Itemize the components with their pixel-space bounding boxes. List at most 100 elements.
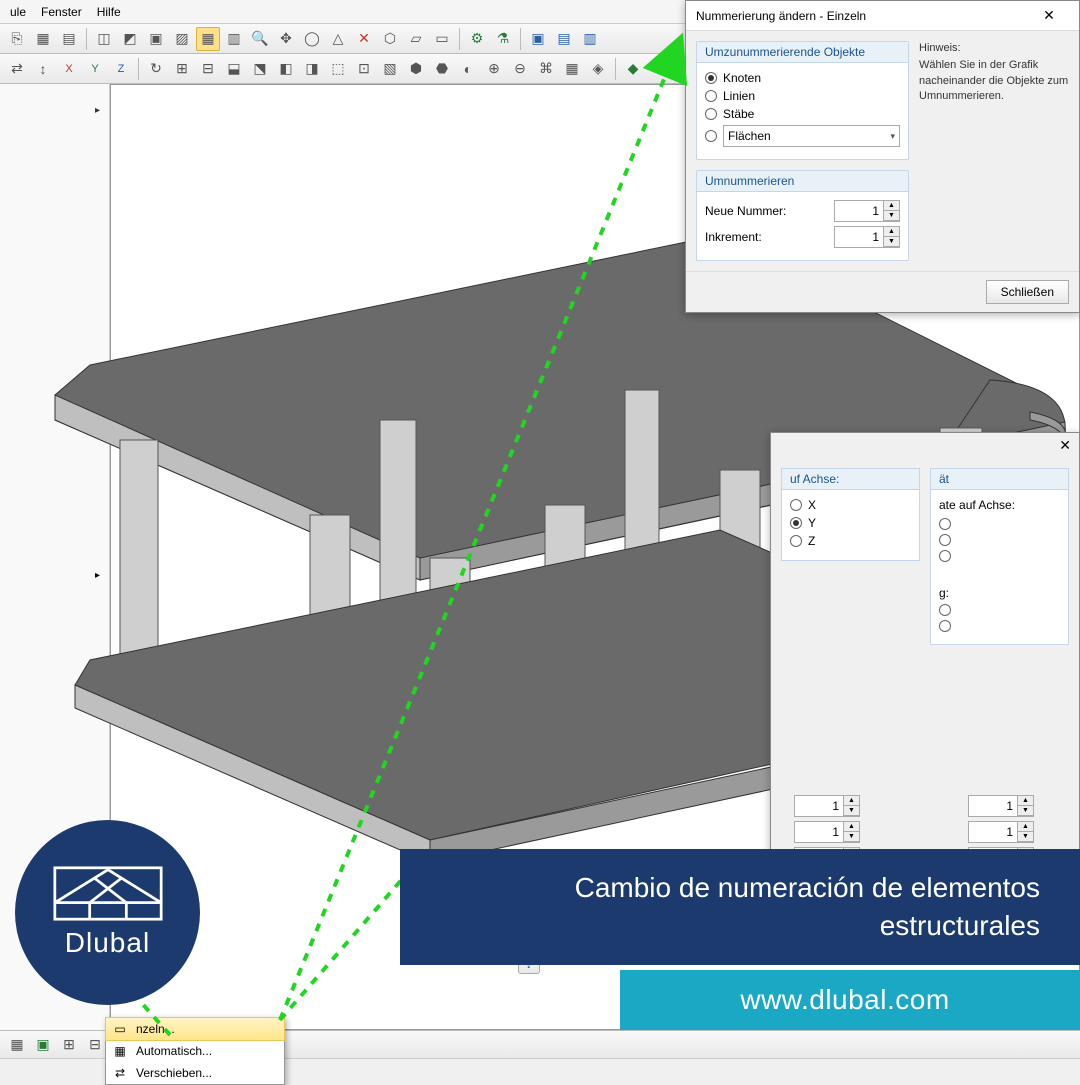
toolbar-icon[interactable]: ◇: [647, 57, 671, 81]
toolbar-icon[interactable]: ▦: [5, 1033, 29, 1057]
toolbar-icon[interactable]: ◯: [300, 27, 324, 51]
toolbar-icon[interactable]: ⇄: [5, 57, 29, 81]
menu-item-module[interactable]: ule: [10, 5, 26, 19]
toolbar-icon[interactable]: ⊟: [196, 57, 220, 81]
spinner-buttons[interactable]: ▲▼: [883, 227, 899, 247]
toolbar-icon[interactable]: ◧: [274, 57, 298, 81]
promo-url: www.dlubal.com: [620, 970, 1080, 1030]
ctx-item-single[interactable]: ▭ nzeln...: [105, 1017, 285, 1041]
toolbar-separator: [86, 28, 87, 50]
toolbar-icon[interactable]: ⊡: [352, 57, 376, 81]
toolbar-icon[interactable]: ▣: [144, 27, 168, 51]
radio-nodes[interactable]: Knoten: [705, 71, 900, 85]
group-title: uf Achse:: [782, 469, 919, 490]
toolbar-icon[interactable]: ◩: [118, 27, 142, 51]
toolbar-icon[interactable]: ⬣: [430, 57, 454, 81]
radio-icon: [939, 620, 951, 632]
menu-item-window[interactable]: Fenster: [41, 5, 82, 19]
renumber-single-icon: ▭: [112, 1021, 128, 1037]
chevron-down-icon: ▾: [890, 131, 895, 142]
toolbar-icon[interactable]: ▭: [430, 27, 454, 51]
close-icon[interactable]: ✕: [1059, 437, 1071, 454]
combo-surfaces[interactable]: Flächen ▾: [723, 125, 900, 147]
radio-icon: [705, 90, 717, 102]
label-direction: g:: [939, 586, 1060, 600]
toolbar-axis-x-icon[interactable]: X: [57, 57, 81, 81]
toolbar-icon[interactable]: ⬔: [248, 57, 272, 81]
toolbar-icon[interactable]: ▤: [552, 27, 576, 51]
toolbar-icon[interactable]: ▱: [404, 27, 428, 51]
toolbar-icon[interactable]: ▣: [31, 1033, 55, 1057]
toolbar-icon[interactable]: ◆: [621, 57, 645, 81]
menu-item-help[interactable]: Hilfe: [97, 5, 121, 19]
toolbar-icon[interactable]: ⊞: [57, 1033, 81, 1057]
radio-lines[interactable]: Linien: [705, 89, 900, 103]
toolbar-icon[interactable]: ◈: [586, 57, 610, 81]
toolbar-icon[interactable]: ⌘: [534, 57, 558, 81]
toolbar-icon[interactable]: ↻: [144, 57, 168, 81]
toolbar-icon[interactable]: ⊕: [482, 57, 506, 81]
spinner[interactable]: 1▲▼: [968, 795, 1034, 817]
radio-x[interactable]: X: [790, 498, 911, 512]
radio-y[interactable]: [939, 534, 1060, 546]
toolbar-icon[interactable]: ⬚: [326, 57, 350, 81]
radio-z[interactable]: Z: [790, 534, 911, 548]
context-submenu: ▭ nzeln... ▦ Automatisch... ⇄ Verschiebe…: [105, 1017, 285, 1085]
toolbar-icon[interactable]: ▤: [57, 27, 81, 51]
spinner[interactable]: 1▲▼: [968, 821, 1034, 843]
radio-z[interactable]: [939, 550, 1060, 562]
flyout-arrow-icon[interactable]: ▸: [95, 570, 100, 581]
ctx-item-auto[interactable]: ▦ Automatisch...: [106, 1040, 284, 1062]
radio-icon: [705, 108, 717, 120]
radio-dir[interactable]: [939, 620, 1060, 632]
toolbar-icon[interactable]: ⬡: [378, 27, 402, 51]
close-button[interactable]: Schließen: [986, 280, 1069, 304]
toolbar-icon[interactable]: ▣: [526, 27, 550, 51]
toolbar-icon[interactable]: 🔍: [248, 27, 272, 51]
toolbar-icon[interactable]: ⎘: [5, 27, 29, 51]
spinner-increment[interactable]: 1 ▲▼: [834, 226, 900, 248]
renumber-auto-icon: ▦: [112, 1043, 128, 1059]
toolbar-icon[interactable]: ▦: [196, 27, 220, 51]
toolbar-icon[interactable]: △: [326, 27, 350, 51]
toolbar-axis-z-icon[interactable]: Z: [109, 57, 133, 81]
radio-icon: [939, 550, 951, 562]
toolbar-icon[interactable]: ⬓: [222, 57, 246, 81]
radio-members[interactable]: Stäbe: [705, 107, 900, 121]
toolbar-icon[interactable]: ▦: [560, 57, 584, 81]
toolbar-icon[interactable]: ⬢: [404, 57, 428, 81]
radio-y[interactable]: Y: [790, 516, 911, 530]
dialog-titlebar[interactable]: Nummerierung ändern - Einzeln ✕: [686, 1, 1079, 31]
radio-x[interactable]: [939, 518, 1060, 530]
toolbar-icon[interactable]: ◐: [456, 57, 480, 81]
hint-text: Wählen Sie in der Grafik nacheinander di…: [919, 58, 1069, 104]
toolbar-icon[interactable]: ⊞: [170, 57, 194, 81]
toolbar-icon[interactable]: ↕: [31, 57, 55, 81]
toolbar-icon[interactable]: ◨: [300, 57, 324, 81]
toolbar-icon[interactable]: ▧: [378, 57, 402, 81]
toolbar-icon[interactable]: ▦: [31, 27, 55, 51]
radio-dir[interactable]: [939, 604, 1060, 616]
radio-icon: [939, 518, 951, 530]
radio-surfaces[interactable]: Flächen ▾: [705, 125, 900, 147]
toolbar-icon[interactable]: ⊟: [83, 1033, 107, 1057]
spinner-buttons[interactable]: ▲▼: [883, 201, 899, 221]
toolbar-icon[interactable]: ▥: [222, 27, 246, 51]
toolbar-icon[interactable]: ▥: [578, 27, 602, 51]
close-icon[interactable]: ✕: [1029, 2, 1069, 30]
dialog-title: Nummerierung ändern - Einzeln: [696, 9, 866, 23]
toolbar-icon[interactable]: ✥: [274, 27, 298, 51]
flyout-arrow-icon[interactable]: ▸: [95, 105, 109, 119]
spinner[interactable]: 1▲▼: [794, 795, 860, 817]
toolbar-icon[interactable]: ⚗: [491, 27, 515, 51]
spinner-new-number[interactable]: 1 ▲▼: [834, 200, 900, 222]
toolbar-icon[interactable]: ⚙: [465, 27, 489, 51]
toolbar-icon[interactable]: ✕: [352, 27, 376, 51]
toolbar-axis-y-icon[interactable]: Y: [83, 57, 107, 81]
ctx-item-shift[interactable]: ⇄ Verschieben...: [106, 1062, 284, 1084]
toolbar-icon[interactable]: ▨: [170, 27, 194, 51]
toolbar-icon[interactable]: ⊖: [508, 57, 532, 81]
spinner[interactable]: 1▲▼: [794, 821, 860, 843]
label-new-number: Neue Nummer:: [705, 204, 786, 218]
toolbar-icon[interactable]: ◫: [92, 27, 116, 51]
